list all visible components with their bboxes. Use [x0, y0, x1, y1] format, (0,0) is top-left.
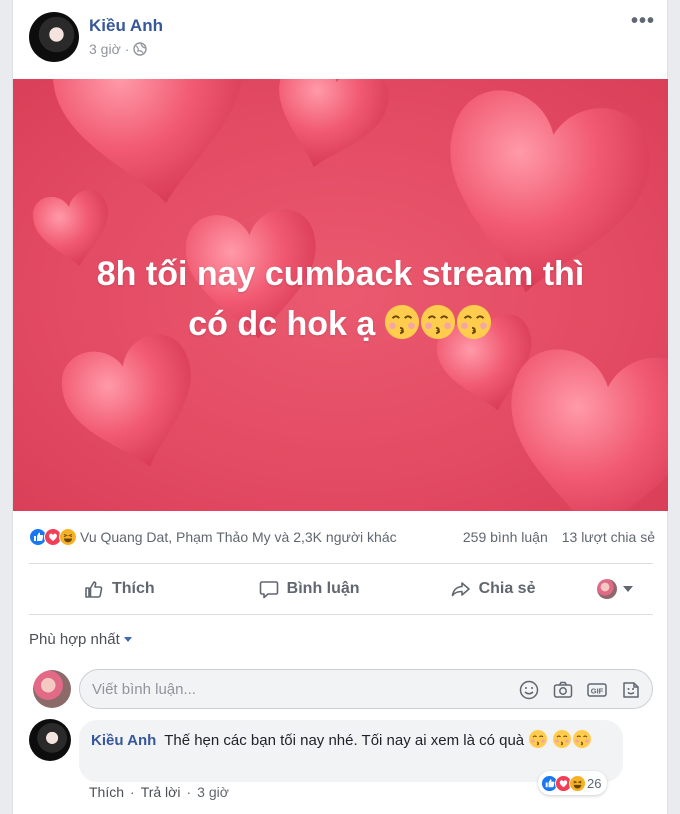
- more-options-button[interactable]: •••: [631, 10, 655, 33]
- emoji-icon[interactable]: [518, 679, 540, 701]
- share-arrow-icon: [451, 582, 470, 597]
- chevron-down-icon: [123, 637, 132, 642]
- banner-line-2-text: có dc hok ạ: [188, 305, 376, 343]
- banner-line-1: 8h tối nay cumback stream thì: [96, 255, 585, 293]
- kissing-emoji-icon: [384, 304, 419, 340]
- sticker-icon[interactable]: [620, 679, 642, 701]
- author-name[interactable]: Kiều Anh: [89, 16, 163, 36]
- comment-bubble: Kiều Anh Thế hẹn các bạn tối nay nhé. Tố…: [79, 720, 623, 782]
- comment-reactions[interactable]: 26: [538, 771, 608, 795]
- divider: [29, 614, 653, 615]
- comment-sort-dropdown[interactable]: Phù hợp nhất: [29, 631, 132, 648]
- comment-count[interactable]: 259 bình luận: [463, 529, 548, 545]
- comment-reply-link[interactable]: Trả lời: [141, 784, 181, 800]
- comment-text: Thế hẹn các bạn tối nay nhé. Tối nay ai …: [164, 732, 525, 749]
- author-avatar[interactable]: [29, 12, 79, 62]
- share-button[interactable]: Chia sẻ: [450, 578, 536, 600]
- camera-icon[interactable]: [552, 679, 574, 701]
- kissing-emoji-icon: [553, 730, 572, 748]
- gif-icon[interactable]: GIF: [586, 679, 608, 701]
- reactors-text[interactable]: Vu Quang Dat, Phạm Thảo My và 2,3K người…: [80, 529, 463, 545]
- haha-icon: [569, 774, 586, 792]
- comment-label: Bình luận: [286, 580, 360, 597]
- comment-time[interactable]: 3 giờ: [197, 784, 229, 800]
- current-user-avatar[interactable]: [33, 670, 71, 708]
- post-banner: 8h tối nay cumback stream thì có dc hok …: [13, 79, 668, 511]
- share-count[interactable]: 13 lượt chia sẻ: [562, 529, 655, 545]
- divider: [29, 563, 653, 564]
- speech-bubble-icon: [259, 581, 278, 599]
- thumbs-up-icon: [85, 581, 103, 598]
- profile-thumb-avatar: [597, 579, 618, 599]
- kissing-emoji-icon: [420, 304, 455, 340]
- globe-icon[interactable]: [133, 42, 148, 56]
- comment-input[interactable]: Viết bình luận... GIF: [79, 669, 653, 709]
- svg-text:GIF: GIF: [591, 687, 604, 696]
- chevron-down-icon: [623, 586, 634, 592]
- commenter-name[interactable]: Kiều Anh: [91, 732, 156, 749]
- haha-icon: [59, 528, 77, 546]
- kissing-emoji-icon: [529, 730, 548, 748]
- action-bar: Thích Bình luận Chia sẻ: [29, 568, 653, 610]
- comment-like-link[interactable]: Thích: [89, 784, 124, 800]
- comment-input-placeholder: Viết bình luận...: [92, 681, 196, 698]
- banner-text: 8h tối nay cumback stream thì có dc hok …: [13, 249, 668, 349]
- post-meta: 3 giờ ·: [89, 41, 148, 57]
- reaction-icons[interactable]: [29, 528, 77, 546]
- commenter-avatar[interactable]: [29, 719, 71, 761]
- post-as-selector[interactable]: [597, 579, 634, 599]
- comment-reaction-count: 26: [587, 775, 602, 791]
- post-time[interactable]: 3 giờ: [89, 41, 121, 57]
- share-label: Chia sẻ: [478, 580, 536, 597]
- comment-button[interactable]: Bình luận: [258, 578, 360, 600]
- sort-label: Phù hợp nhất: [29, 631, 120, 648]
- kissing-emoji-icon: [573, 730, 592, 748]
- banner-line-2: có dc hok ạ: [13, 299, 668, 349]
- like-label: Thích: [112, 580, 155, 597]
- comment-actions: Thích · Trả lời · 3 giờ: [89, 784, 229, 800]
- like-button[interactable]: Thích: [83, 578, 155, 600]
- reaction-stats: Vu Quang Dat, Phạm Thảo My và 2,3K người…: [29, 524, 655, 550]
- post-card: Kiều Anh 3 giờ · ••• 8h tối nay cumback …: [12, 0, 668, 814]
- kissing-emoji-icon: [456, 304, 491, 340]
